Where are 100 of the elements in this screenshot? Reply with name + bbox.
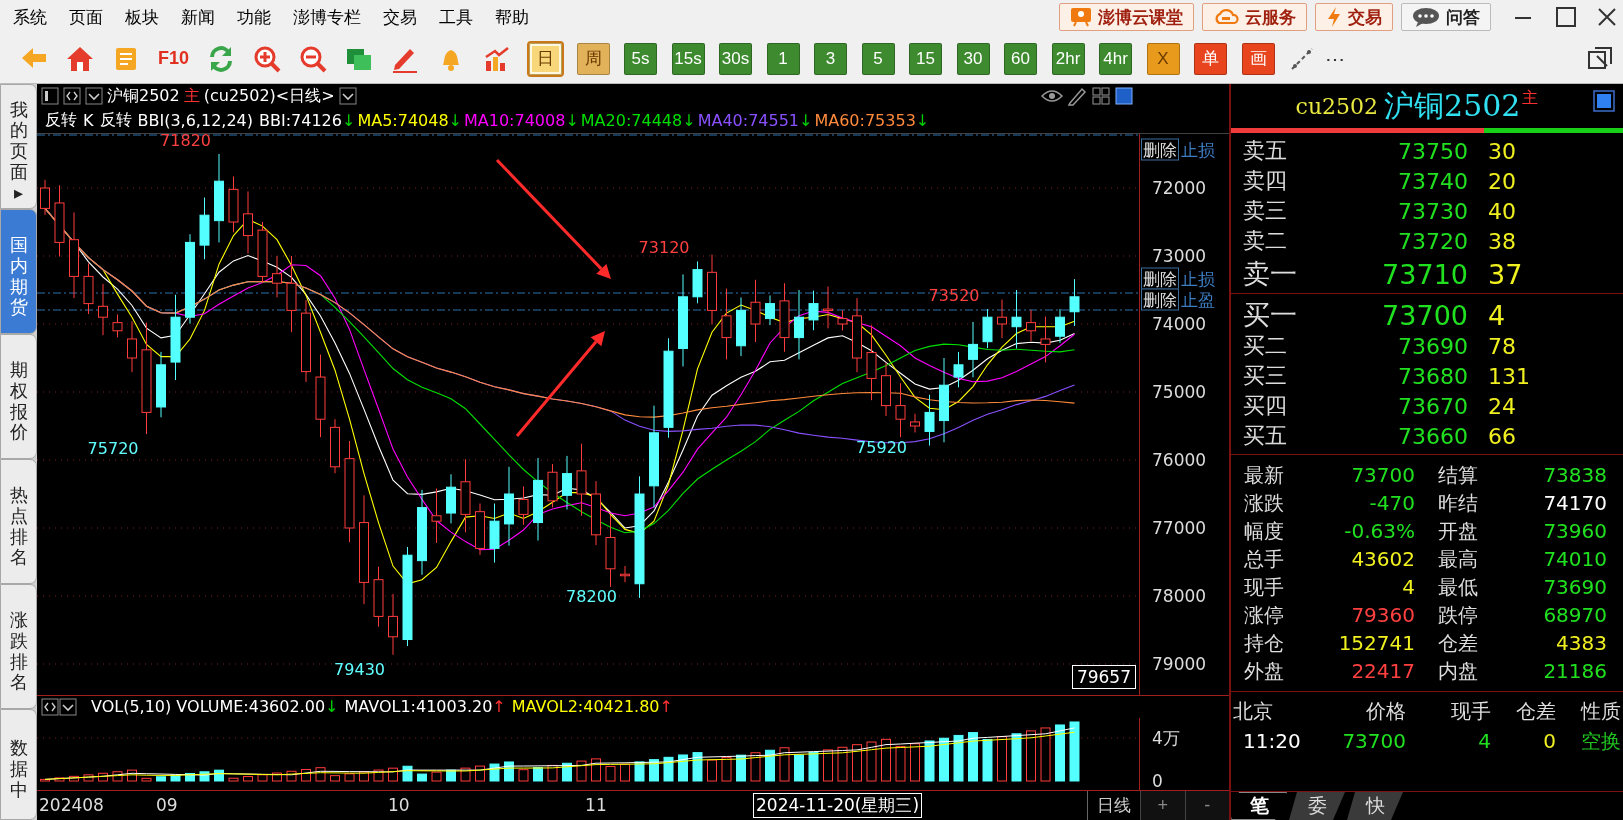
side-tab[interactable]: 国内期货	[0, 209, 37, 334]
order-price: 73730	[1397, 198, 1468, 224]
period-button[interactable]: 5	[861, 42, 895, 75]
zoom-in-button[interactable]: +	[1140, 790, 1185, 820]
header-button[interactable]: 交易	[1315, 3, 1393, 31]
stat-label: 幅度	[1244, 518, 1285, 545]
stat-label: 外盘	[1244, 658, 1285, 685]
menu-item[interactable]: 板块	[114, 5, 170, 29]
panel-tab[interactable]: 快	[1347, 792, 1403, 820]
indicator-label: MA20:74448	[580, 110, 683, 130]
trend-arrow: ↓	[915, 110, 930, 130]
contract-code: cu2502	[1295, 93, 1379, 119]
period-button[interactable]: 60	[1004, 42, 1038, 75]
menu-item[interactable]: 帮助	[484, 5, 540, 29]
stat-value: 152741	[1337, 630, 1415, 657]
stat-label: 跌停	[1438, 602, 1479, 629]
order-volume: 66	[1487, 423, 1517, 449]
more-button[interactable]: ⋯	[1325, 46, 1346, 71]
zoom-out-button[interactable]: -	[1184, 790, 1229, 820]
column-header: 仓差	[1515, 698, 1556, 725]
period-button[interactable]: 30s	[719, 42, 753, 75]
column-header: 性质	[1579, 698, 1621, 725]
order-volume: 37	[1487, 258, 1524, 290]
order-volume: 131	[1487, 363, 1531, 389]
period-button[interactable]: 1	[766, 42, 800, 75]
f10-button[interactable]: F10	[158, 48, 190, 69]
indicator-label: MA5:74048	[357, 110, 449, 130]
stat-label: 涨停	[1244, 602, 1285, 629]
period-button[interactable]: 单	[1194, 42, 1228, 75]
delete-button[interactable]: 删除	[1141, 138, 1179, 161]
stat-value: 73690	[1542, 574, 1607, 601]
menu-item[interactable]: 系统	[2, 5, 58, 29]
side-tab[interactable]: 我的页面 ▸	[0, 84, 37, 209]
stat-value: 68970	[1542, 602, 1607, 629]
period-button[interactable]: 3	[814, 42, 848, 75]
stat-value: 22417	[1350, 658, 1415, 685]
cursor-price-label: 79657	[1071, 664, 1136, 689]
axis-label: 75000	[1152, 381, 1207, 402]
menu-item[interactable]: 功能	[226, 5, 282, 29]
menu-item[interactable]: 页面	[58, 5, 114, 29]
stat-label: 持仓	[1244, 630, 1285, 657]
order-line-label: 止盈	[1181, 288, 1215, 312]
menu-item[interactable]: 澎博专栏	[282, 5, 372, 29]
side-tab[interactable]: 涨跌排名	[0, 584, 37, 709]
menu-item[interactable]: 新闻	[170, 5, 226, 29]
order-volume: 24	[1487, 393, 1517, 419]
period-button[interactable]: 4hr	[1099, 42, 1133, 75]
period-button[interactable]: 周	[576, 42, 610, 75]
period-button[interactable]: 2hr	[1051, 42, 1085, 75]
table-cell-text: 73700	[1341, 728, 1406, 755]
order-volume: 30	[1487, 138, 1517, 164]
order-volume: 4	[1487, 299, 1507, 331]
period-button[interactable]: 15	[909, 42, 943, 75]
menu-item[interactable]: 工具	[428, 5, 484, 29]
axis-label: 0	[1152, 770, 1163, 791]
side-tab[interactable]: 数据中	[0, 709, 37, 820]
panel-tab[interactable]: 笔	[1231, 792, 1287, 820]
indicator-label: MA10:74008	[464, 110, 566, 130]
menu-item[interactable]: 交易	[372, 5, 428, 29]
indicator-label: MAVOL1:41003.20	[344, 697, 493, 717]
order-price: 73680	[1397, 363, 1468, 389]
table-cell-text: 空换	[1580, 728, 1621, 755]
column-header: 北京	[1233, 698, 1274, 725]
indicator-label: MA60:75353	[814, 110, 916, 130]
indicator-label: 反转	[45, 109, 77, 131]
stat-value: 73700	[1350, 462, 1415, 489]
side-tab[interactable]: 期权报价	[0, 334, 37, 459]
stat-label: 开盘	[1438, 518, 1479, 545]
header-button[interactable]: 问答	[1401, 3, 1491, 31]
header-button[interactable]: 云服务	[1202, 3, 1307, 31]
date-label: 11	[585, 794, 607, 815]
table-cell-text: 11:20	[1242, 728, 1302, 755]
period-button[interactable]: 画	[1241, 42, 1275, 75]
stat-label: 最低	[1438, 574, 1479, 601]
period-button[interactable]: 30	[956, 42, 990, 75]
axis-label: 72000	[1152, 177, 1207, 198]
order-volume: 38	[1487, 228, 1517, 254]
period-button[interactable]: X	[1146, 42, 1180, 75]
price-label: 79430	[334, 659, 385, 679]
period-button[interactable]: 5s	[624, 42, 658, 75]
trend-arrow: ↓	[799, 110, 813, 130]
order-label: 买四	[1243, 392, 1288, 420]
header-button[interactable]: 澎博云课堂	[1059, 3, 1194, 31]
stat-label: 昨结	[1438, 490, 1479, 517]
delete-button[interactable]: 删除	[1141, 288, 1179, 311]
delete-button[interactable]: 删除	[1141, 267, 1179, 290]
order-label: 卖五	[1243, 137, 1288, 165]
period-button[interactable]: 15s	[671, 42, 705, 75]
table-cell-text: 4	[1477, 728, 1491, 755]
main-contract-mark: 主	[1522, 88, 1539, 109]
side-tab[interactable]: 热点排名	[0, 459, 37, 584]
chart-code: (cu2502)<日线>	[203, 85, 335, 107]
date-label: 09	[155, 794, 178, 815]
stat-value: 73960	[1542, 518, 1607, 545]
trend-arrow: ↓	[325, 697, 339, 717]
order-price: 73740	[1397, 168, 1468, 194]
panel-tab[interactable]: 委	[1289, 792, 1345, 820]
stat-value: 74170	[1542, 490, 1607, 517]
period-button[interactable]: 日	[529, 42, 563, 75]
price-label: 73120	[638, 237, 690, 257]
